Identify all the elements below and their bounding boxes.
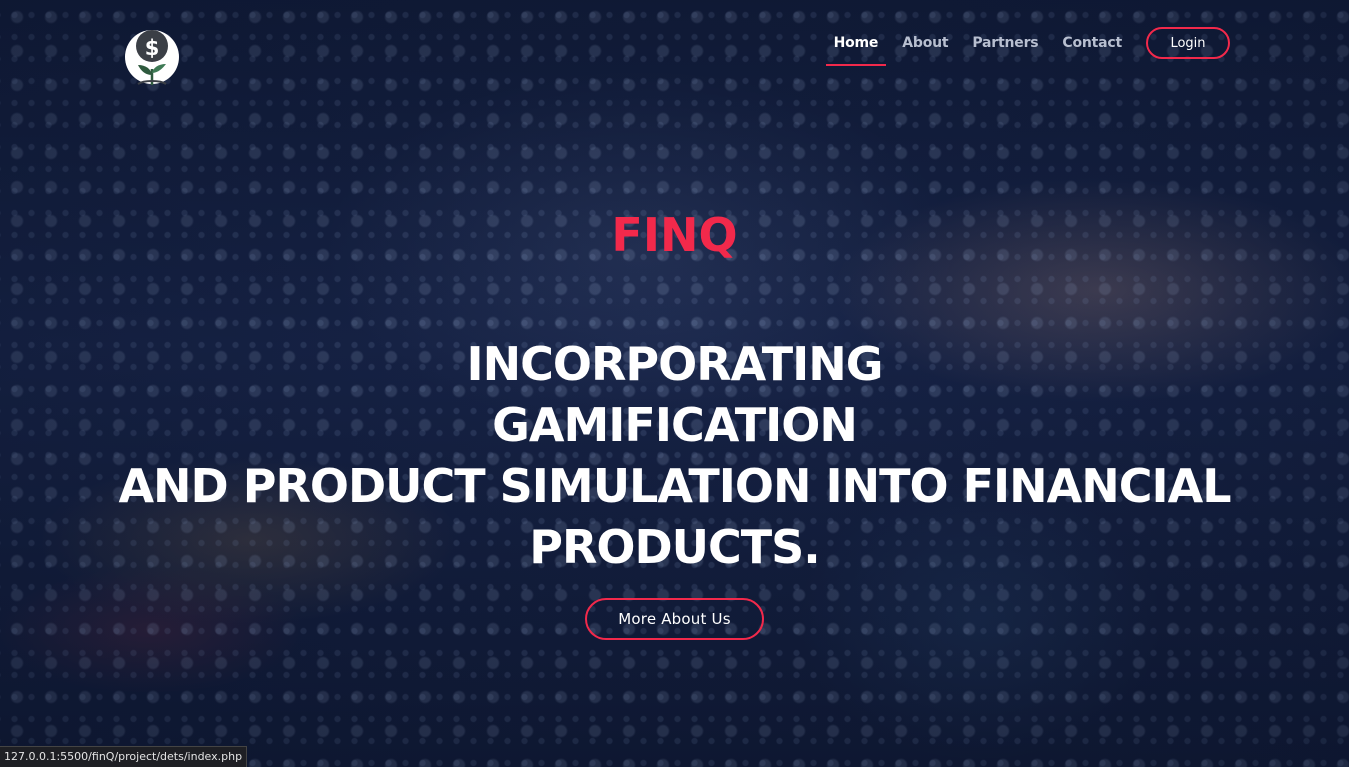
headline-line: AND PRODUCT SIMULATION INTO FINANCIAL — [118, 459, 1231, 513]
browser-status-url: 127.0.0.1:5500/finQ/project/dets/index.p… — [0, 746, 248, 767]
login-button[interactable]: Login — [1146, 27, 1230, 59]
headline-line: PRODUCTS. — [529, 520, 821, 574]
hero-headline: INCORPORATING GAMIFICATION AND PRODUCT S… — [0, 334, 1349, 578]
hero-section: $ Home About Partners Contact Login FINQ… — [0, 0, 1349, 767]
nav-partners[interactable]: Partners — [972, 31, 1038, 55]
brand-title: FINQ — [611, 208, 738, 262]
more-about-us-button[interactable]: More About Us — [585, 598, 764, 640]
logo-link[interactable]: $ — [124, 27, 180, 87]
svg-text:$: $ — [145, 36, 160, 60]
main-nav: Home About Partners Contact Login — [822, 27, 1230, 66]
nav-home[interactable]: Home — [825, 31, 886, 66]
headline-line: INCORPORATING — [466, 337, 884, 391]
dollar-plant-icon: $ — [125, 30, 179, 85]
nav-about[interactable]: About — [902, 31, 948, 55]
nav-contact[interactable]: Contact — [1062, 31, 1122, 55]
headline-line: GAMIFICATION — [492, 398, 858, 452]
